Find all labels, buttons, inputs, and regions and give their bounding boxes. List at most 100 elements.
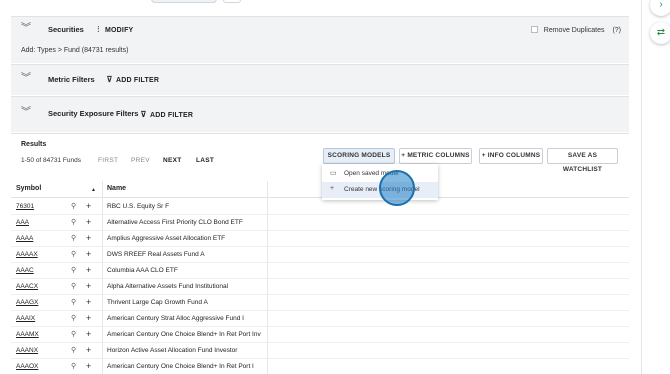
collapse-chevron-icon[interactable]: ︾ [20, 73, 32, 85]
modify-button[interactable]: ⫶ MODIFY [94, 25, 133, 35]
symbol-link[interactable]: AAA [16, 219, 29, 226]
pager-first[interactable]: FIRST [98, 157, 118, 164]
add-icon[interactable]: + [86, 233, 91, 243]
results-count: 1-50 of 84731 Funds [21, 157, 81, 164]
right-side-rail: › ⇄ [641, 0, 670, 374]
scoring-models-button[interactable]: SCORING MODELS ▼ [323, 148, 395, 173]
sort-asc-icon[interactable]: ▲ [91, 187, 96, 193]
metric-columns-label: METRIC COLUMNS [407, 152, 470, 159]
click-indicator [379, 170, 415, 206]
metric-filters-panel: ︾ Metric Filters ⊽ ADD FILTER [11, 64, 629, 95]
pin-icon[interactable]: ⚲ [71, 266, 76, 274]
add-icon[interactable]: + [86, 297, 91, 307]
table-row[interactable]: AAAMX ⚲ + American Century One Choice Blend… [11, 327, 629, 343]
pin-icon[interactable]: ⚲ [71, 202, 76, 210]
grid-header: Symbol ▲ Name [11, 181, 629, 198]
table-row[interactable]: AAAC ⚲ + Columbia AAA CLO ETF [11, 263, 629, 279]
top-small-button[interactable] [223, 0, 241, 3]
securities-panel: ︾ Securities ⫶ MODIFY Remove Duplicates (… [11, 16, 629, 63]
exposure-filters-title: Security Exposure Filters [48, 109, 139, 118]
collapse-chevron-icon[interactable]: ︾ [20, 23, 32, 35]
pin-icon[interactable]: ⚲ [71, 314, 76, 322]
pager-next[interactable]: NEXT [163, 157, 182, 164]
sliders-icon: ⫶ [97, 25, 100, 34]
add-icon[interactable]: + [86, 249, 91, 259]
pin-icon[interactable]: ⚲ [71, 330, 76, 338]
table-row[interactable]: 76301 ⚲ + RBC U.S. Equity Sr F [11, 199, 629, 215]
filter-icon: ⊽ [106, 75, 113, 84]
symbol-link[interactable]: AAAGX [16, 299, 38, 306]
add-icon[interactable]: + [86, 361, 91, 371]
fund-name: American Century One Choice Blend+ In Re… [107, 331, 261, 338]
table-row[interactable]: AAAAX ⚲ + DWS RREEF Real Assets Fund A [11, 247, 629, 263]
fund-name: Horizon Active Asset Allocation Fund Inv… [107, 347, 238, 354]
pin-icon[interactable]: ⚲ [71, 362, 76, 370]
pin-icon[interactable]: ⚲ [71, 218, 76, 226]
swap-icon[interactable]: ⇄ [650, 22, 670, 44]
fund-name: Columbia AAA CLO ETF [107, 267, 178, 274]
pager-last[interactable]: LAST [196, 157, 214, 164]
fund-name: Alpha Alternative Assets Fund Institutio… [107, 283, 229, 290]
symbol-link[interactable]: AAAIX [16, 315, 35, 322]
open-folder-icon: ▭ [330, 170, 337, 177]
symbol-link[interactable]: AAAC [16, 267, 34, 274]
pager-prev[interactable]: PREV [131, 157, 150, 164]
save-as-watchlist-button[interactable]: SAVE AS WATCHLIST [547, 148, 618, 173]
fund-name: DWS RREEF Real Assets Fund A [107, 251, 205, 258]
pin-icon[interactable]: ⚲ [71, 298, 76, 306]
exposure-filters-panel: ︾ Security Exposure Filters ⊽ ADD FILTER [11, 96, 629, 132]
results-section: Results 1-50 of 84731 Funds FIRST PREV N… [11, 133, 629, 374]
add-icon[interactable]: + [86, 265, 91, 275]
symbol-link[interactable]: 76301 [16, 203, 34, 210]
table-row[interactable]: AAAIX ⚲ + American Century Strat Alloc Aggr… [11, 311, 629, 327]
symbol-link[interactable]: AAAAX [16, 251, 38, 258]
add-icon[interactable]: + [86, 281, 91, 291]
exposure-add-filter-button[interactable]: ⊽ ADD FILTER [139, 110, 193, 119]
pin-icon[interactable]: ⚲ [71, 250, 76, 258]
fund-name: American Century Strat Alloc Aggressive … [107, 315, 244, 322]
modify-label: MODIFY [105, 27, 134, 34]
pin-icon[interactable]: ⚲ [71, 346, 76, 354]
fund-name: Alternative Access First Priority CLO Bo… [107, 219, 243, 226]
info-columns-button[interactable]: + INFO COLUMNS [479, 148, 543, 164]
expand-arrow-icon[interactable]: › [650, 0, 670, 16]
table-row[interactable]: AAAOX ⚲ + American Century One Choice Blend… [11, 359, 629, 374]
table-row[interactable]: AAAA ⚲ + Amplius Aggressive Asset Allocatio… [11, 231, 629, 247]
fund-name: Amplius Aggressive Asset Allocation ETF [107, 235, 226, 242]
symbol-link[interactable]: AAAOX [16, 363, 38, 370]
filter-icon: ⊽ [140, 110, 147, 119]
table-row[interactable]: AAACX ⚲ + Alpha Alternative Assets Fund Ins… [11, 279, 629, 295]
symbol-link[interactable]: AAACX [16, 283, 38, 290]
symbol-link[interactable]: AAANX [16, 347, 38, 354]
add-icon[interactable]: + [86, 217, 91, 227]
collapse-chevron-icon[interactable]: ︾ [20, 107, 32, 119]
fund-name: RBC U.S. Equity Sr F [107, 203, 170, 210]
remove-duplicates-label: Remove Duplicates [543, 27, 605, 34]
table-row[interactable]: AAANX ⚲ + Horizon Active Asset Allocation F… [11, 343, 629, 359]
help-icon[interactable]: (?) [612, 27, 621, 34]
column-header-name[interactable]: Name [107, 185, 126, 192]
fund-name: American Century One Choice Blend+ In Re… [107, 363, 254, 370]
pin-icon[interactable]: ⚲ [71, 234, 76, 242]
symbol-link[interactable]: AAAA [16, 235, 33, 242]
add-icon[interactable]: + [86, 201, 91, 211]
remove-duplicates-control[interactable]: Remove Duplicates (?) [530, 26, 621, 34]
scoring-models-label: SCORING MODELS [327, 152, 391, 159]
pin-icon[interactable]: ⚲ [71, 282, 76, 290]
securities-subtext: Add: Types > Fund (84731 results) [21, 47, 129, 54]
table-row[interactable]: AAA ⚲ + Alternative Access First Priority C… [11, 215, 629, 231]
fund-name: Thrivent Large Cap Growth Fund A [107, 299, 208, 306]
remove-duplicates-checkbox[interactable] [530, 26, 538, 33]
add-icon[interactable]: + [86, 345, 91, 355]
table-row[interactable]: AAAGX ⚲ + Thrivent Large Cap Growth Fund A [11, 295, 629, 311]
metric-add-filter-button[interactable]: ⊽ ADD FILTER [105, 75, 159, 84]
add-icon[interactable]: + [86, 329, 91, 339]
add-icon[interactable]: + [86, 313, 91, 323]
metric-columns-button[interactable]: + METRIC COLUMNS [399, 148, 472, 164]
top-tab-button[interactable] [151, 0, 217, 3]
metric-filters-title: Metric Filters [48, 75, 95, 84]
symbol-link[interactable]: AAAMX [16, 331, 39, 338]
column-header-symbol[interactable]: Symbol [16, 185, 41, 192]
app-root: ︾ Securities ⫶ MODIFY Remove Duplicates (… [0, 0, 670, 374]
securities-title: Securities [48, 25, 84, 34]
